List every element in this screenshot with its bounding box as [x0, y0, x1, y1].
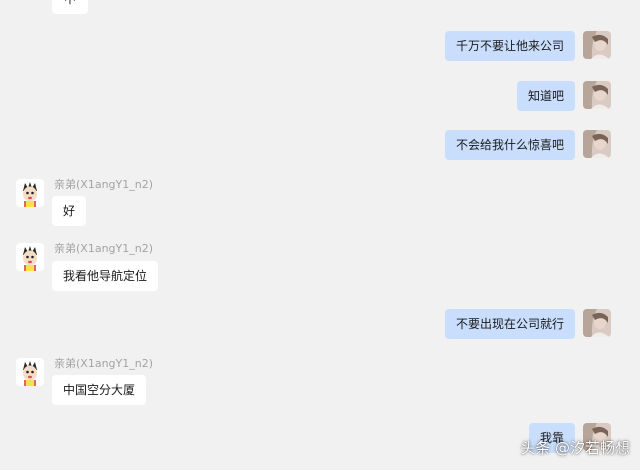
- sender-name: 亲弟(X1angY1_n2): [54, 242, 153, 255]
- watermark: 头条 @汐若畅想: [520, 436, 630, 460]
- message-text: 中国空分大厦: [63, 383, 136, 397]
- message-bubble-outgoing[interactable]: 千万不要让他来公司: [444, 31, 575, 61]
- sender-name: 亲弟(X1angY1_n2): [54, 357, 153, 370]
- message-bubble-outgoing[interactable]: 不要出现在公司就行: [444, 309, 575, 339]
- message-text: 中: [64, 0, 76, 6]
- contact-avatar[interactable]: [16, 179, 44, 207]
- message-text: 我看他导航定位: [63, 269, 148, 283]
- self-avatar[interactable]: [583, 309, 611, 337]
- message-bubble-incoming[interactable]: 好: [52, 196, 87, 226]
- watermark-author: @汐若畅想: [554, 439, 630, 457]
- message-text: 不会给我什么惊喜吧: [455, 138, 564, 152]
- message-bubble-incoming[interactable]: 中国空分大厦: [52, 375, 147, 405]
- self-avatar[interactable]: [583, 81, 611, 109]
- message-bubble-outgoing[interactable]: 知道吧: [516, 81, 575, 111]
- watermark-platform: 头条: [520, 439, 551, 457]
- message-bubble-incoming[interactable]: 我看他导航定位: [52, 261, 159, 291]
- sender-name: 亲弟(X1angY1_n2): [54, 178, 153, 191]
- message-text: 不要出现在公司就行: [455, 317, 564, 331]
- self-avatar[interactable]: [583, 130, 611, 158]
- contact-avatar[interactable]: [16, 243, 44, 271]
- contact-avatar[interactable]: [16, 358, 44, 386]
- message-text: 好: [63, 204, 76, 218]
- chat-message-area[interactable]: 中 千万不要让他来公司 知道吧 不会给我什么惊喜吧 亲弟(X1angY1_n2)…: [0, 0, 640, 470]
- self-avatar[interactable]: [583, 31, 611, 59]
- message-text: 千万不要让他来公司: [455, 39, 564, 53]
- message-bubble-partial[interactable]: 中: [52, 0, 89, 14]
- message-text: 知道吧: [527, 89, 564, 103]
- message-bubble-outgoing[interactable]: 不会给我什么惊喜吧: [444, 130, 575, 160]
